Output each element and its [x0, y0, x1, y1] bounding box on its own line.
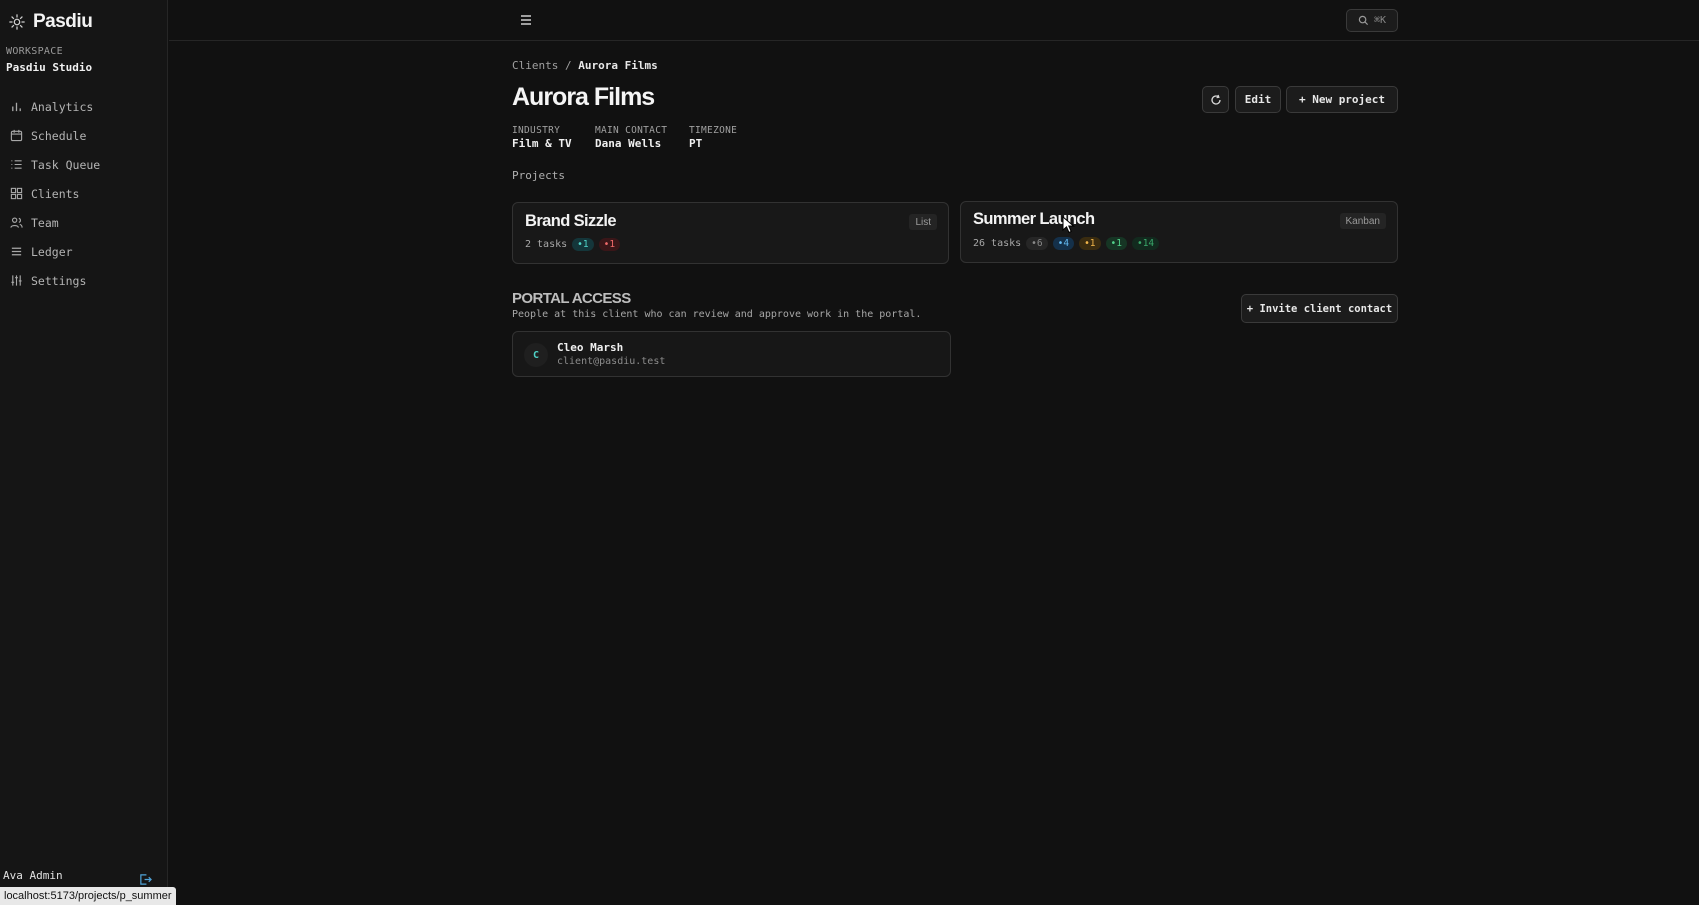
- sidebar-item-ledger[interactable]: Ledger: [0, 237, 168, 266]
- sidebar-item-schedule[interactable]: Schedule: [0, 121, 168, 150]
- meta-label: TIMEZONE: [689, 125, 738, 136]
- refresh-icon: [1210, 94, 1221, 105]
- sidebar-item-label: Schedule: [31, 128, 87, 143]
- sidebar-item-analytics[interactable]: Analytics: [0, 92, 168, 121]
- search-icon: [1358, 15, 1369, 26]
- sidebar: Pasdiu WORKSPACE Pasdiu Studio Analytics…: [0, 0, 168, 905]
- current-user-name: Ava Admin: [3, 869, 63, 882]
- sidebar-item-team[interactable]: Team: [0, 208, 168, 237]
- workspace-label: WORKSPACE: [6, 46, 63, 57]
- sidebar-item-task-queue[interactable]: Task Queue: [0, 150, 168, 179]
- edit-button[interactable]: Edit: [1235, 86, 1281, 113]
- search-button[interactable]: ⌘K: [1346, 9, 1398, 32]
- grid-icon: [10, 187, 23, 200]
- new-project-button[interactable]: + New project: [1286, 86, 1398, 113]
- breadcrumb-current: Aurora Films: [578, 59, 658, 72]
- sidebar-item-settings[interactable]: Settings: [0, 266, 168, 295]
- bar-chart-icon: [12, 102, 21, 112]
- breadcrumb-separator: /: [564, 59, 572, 72]
- project-stats: 26 tasks •6 •4 •1 •1 •14: [973, 237, 1160, 250]
- meta-value: PT: [689, 137, 703, 150]
- page-title: Aurora Films: [512, 83, 655, 111]
- project-title: Brand Sizzle: [525, 212, 617, 230]
- portal-contact-row[interactable]: C Cleo Marsh client@pasdiu.test: [512, 331, 951, 377]
- meta-main-contact: MAIN CONTACT Dana Wells: [595, 125, 667, 150]
- breadcrumb: Clients / Aurora Films: [512, 59, 658, 72]
- task-count: 26 tasks: [973, 238, 1022, 249]
- sidebar-item-label: Analytics: [31, 99, 94, 114]
- task-count: 2 tasks: [525, 239, 568, 250]
- status-count-badge: •1: [1105, 237, 1127, 250]
- sidebar-item-label: Team: [31, 215, 59, 230]
- mouse-cursor-icon: [1062, 216, 1075, 234]
- project-view-badge: List: [909, 214, 937, 230]
- meta-timezone: TIMEZONE PT: [689, 125, 737, 150]
- calendar-icon: [10, 129, 23, 142]
- project-stats: 2 tasks •1 •1: [525, 238, 621, 251]
- projects-section-label: Projects: [512, 169, 565, 182]
- project-card-summer-launch[interactable]: Summer Launch Kanban 26 tasks •6 •4 •1 •…: [960, 201, 1398, 263]
- sidebar-nav: Analytics Schedule Task Queue Clients Te…: [0, 92, 168, 295]
- logout-icon[interactable]: [139, 873, 152, 886]
- sidebar-item-label: Settings: [31, 273, 87, 288]
- sidebar-item-label: Ledger: [31, 244, 73, 259]
- status-count-badge: •1: [1079, 237, 1101, 250]
- meta-value: Dana Wells: [595, 137, 662, 150]
- sidebar-item-clients[interactable]: Clients: [0, 179, 168, 208]
- workspace-name[interactable]: Pasdiu Studio: [6, 61, 92, 74]
- contact-name: Cleo Marsh: [557, 341, 624, 354]
- status-bar-url: localhost:5173/projects/p_summer: [0, 887, 176, 905]
- status-count-badge: •4: [1052, 237, 1075, 250]
- project-title: Summer Launch: [973, 210, 1095, 228]
- meta-value: Film & TV: [512, 137, 572, 150]
- app-name: Pasdiu: [33, 11, 93, 32]
- sidebar-item-label: Task Queue: [31, 157, 101, 172]
- ledger-icon: [11, 247, 22, 256]
- project-view-badge: Kanban: [1339, 213, 1386, 229]
- avatar: C: [524, 343, 548, 367]
- menu-icon[interactable]: [519, 13, 533, 27]
- refresh-button[interactable]: [1202, 86, 1229, 113]
- breadcrumb-clients-link[interactable]: Clients: [512, 59, 558, 72]
- sliders-icon: [11, 275, 22, 286]
- meta-industry: INDUSTRY Film & TV: [512, 125, 572, 150]
- logo-icon: [9, 14, 25, 30]
- users-icon: [10, 217, 23, 228]
- meta-label: MAIN CONTACT: [595, 125, 668, 136]
- meta-label: INDUSTRY: [512, 125, 561, 136]
- list-icon: [11, 160, 22, 169]
- project-card-brand-sizzle[interactable]: Brand Sizzle List 2 tasks •1 •1: [512, 202, 949, 264]
- sidebar-item-label: Clients: [31, 186, 80, 201]
- status-count-badge: •1: [598, 238, 621, 251]
- portal-access-title: PORTAL ACCESS: [512, 290, 631, 307]
- topbar: ⌘K: [169, 0, 1699, 41]
- brand[interactable]: Pasdiu: [8, 11, 93, 33]
- contact-email: client@pasdiu.test: [557, 356, 666, 367]
- portal-access-subtitle: People at this client who can review and…: [512, 309, 922, 320]
- invite-client-contact-button[interactable]: + Invite client contact: [1241, 294, 1398, 323]
- status-count-badge: •6: [1026, 237, 1048, 250]
- status-count-badge: •1: [572, 238, 594, 251]
- status-count-badge: •14: [1131, 237, 1160, 250]
- search-shortcut: ⌘K: [1373, 15, 1387, 26]
